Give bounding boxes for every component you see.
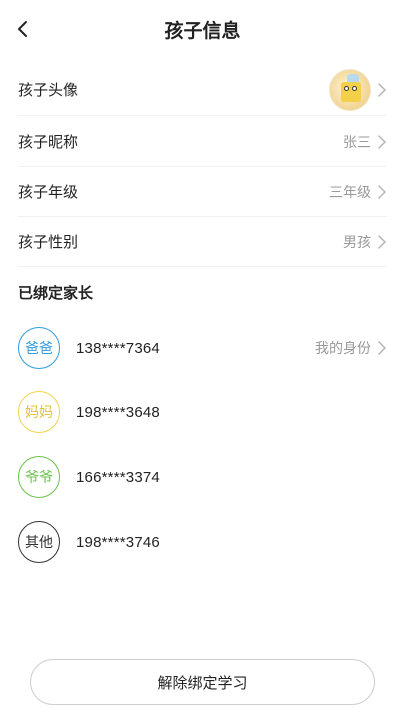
row-avatar[interactable]: 孩子头像 <box>18 64 387 116</box>
chevron-right-icon <box>378 234 386 249</box>
chevron-right-icon <box>378 184 386 199</box>
parent-phone: 198****3648 <box>76 403 160 421</box>
row-label: 孩子昵称 <box>18 134 79 151</box>
parent-phone: 198****3746 <box>76 533 160 551</box>
role-badge: 其他 <box>18 521 60 563</box>
unbind-button[interactable]: 解除绑定学习 <box>30 659 375 705</box>
row-label: 孩子性别 <box>18 234 79 251</box>
chevron-right-icon <box>378 82 386 97</box>
row-gender[interactable]: 孩子性别 男孩 <box>18 217 387 267</box>
parent-item-other[interactable]: 其他 198****3746 <box>18 520 387 564</box>
page-title: 孩子信息 <box>164 21 241 42</box>
row-value: 张三 <box>343 133 371 150</box>
row-label: 孩子年级 <box>18 184 79 201</box>
role-badge: 爷爷 <box>18 456 60 498</box>
nav-bar: 孩子信息 <box>0 0 405 58</box>
parent-item-father[interactable]: 爸爸 138****7364 我的身份 <box>18 326 387 370</box>
section-title: 已绑定家长 <box>18 285 94 302</box>
parent-item-grandfather[interactable]: 爷爷 166****3374 <box>18 455 387 499</box>
role-badge: 爸爸 <box>18 327 60 369</box>
row-value: 男孩 <box>343 233 371 250</box>
parent-phone: 166****3374 <box>76 468 160 486</box>
chevron-right-icon <box>378 341 386 355</box>
row-grade[interactable]: 孩子年级 三年级 <box>18 167 387 217</box>
parent-item-mother[interactable]: 妈妈 198****3648 <box>18 390 387 434</box>
role-badge: 妈妈 <box>18 391 60 433</box>
row-label: 孩子头像 <box>18 82 79 99</box>
row-nickname[interactable]: 孩子昵称 张三 <box>18 117 387 167</box>
chevron-right-icon <box>378 134 386 149</box>
row-value: 三年级 <box>329 183 371 200</box>
my-identity-label: 我的身份 <box>315 340 371 356</box>
parent-phone: 138****7364 <box>76 339 160 357</box>
avatar <box>329 68 371 111</box>
